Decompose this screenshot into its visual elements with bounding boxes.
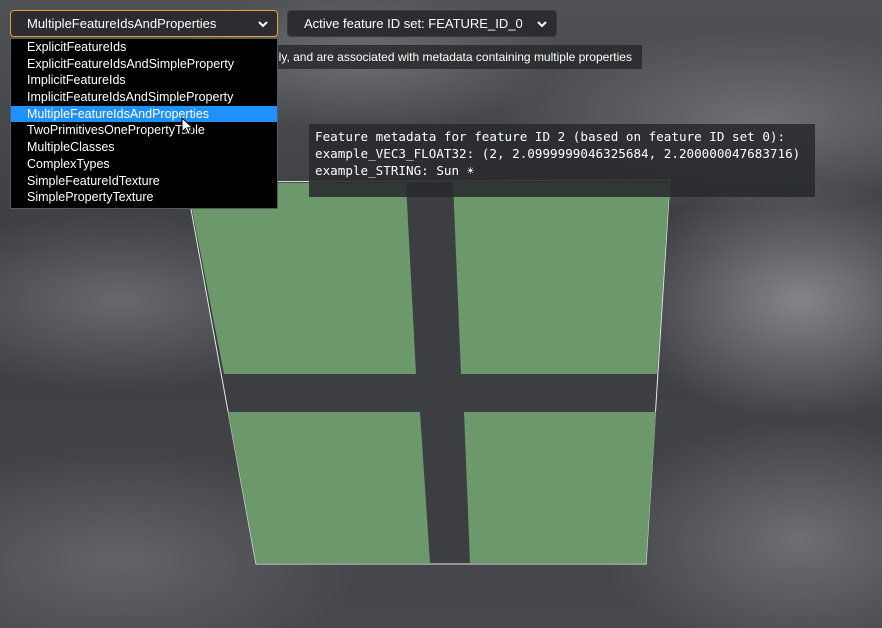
feature-id-set-select[interactable]: Active feature ID set: FEATURE_ID_0	[287, 10, 557, 37]
dropdown-option[interactable]: ImplicitFeatureIdsAndSimpleProperty	[11, 89, 277, 106]
dropdown-option[interactable]: SimpleFeatureIdTexture	[11, 173, 277, 190]
dropdown-option[interactable]: ExplicitFeatureIds	[11, 39, 277, 56]
model-quad-bottom-right	[464, 412, 656, 563]
feature-metadata-tooltip: Feature metadata for feature ID 2 (based…	[309, 124, 815, 197]
model-quad-top-left	[187, 183, 416, 374]
model-quad-top-right	[453, 182, 670, 374]
dropdown-option[interactable]: TwoPrimitivesOnePropertyTable	[11, 122, 277, 139]
chevron-down-icon	[258, 20, 268, 27]
model-description: ely, and are associated with metadata co…	[270, 45, 642, 69]
tooltip-line: example_STRING: Sun ☀	[315, 163, 475, 178]
model-select[interactable]: MultipleFeatureIdsAndProperties	[10, 10, 278, 37]
dropdown-option[interactable]: ComplexTypes	[11, 156, 277, 173]
dropdown-option-selected[interactable]: MultipleFeatureIdsAndProperties	[11, 105, 277, 123]
dropdown-option[interactable]: MultipleClasses	[11, 139, 277, 156]
model-quad-bottom-left	[228, 412, 430, 563]
dropdown-option[interactable]: ExplicitFeatureIdsAndSimpleProperty	[11, 56, 277, 73]
dropdown-option[interactable]: SimplePropertyTexture	[11, 189, 277, 206]
chevron-down-icon	[537, 20, 547, 27]
tooltip-line: Feature metadata for feature ID 2 (based…	[315, 129, 786, 144]
model-select-value: MultipleFeatureIdsAndProperties	[27, 16, 217, 31]
feature-id-set-value: Active feature ID set: FEATURE_ID_0	[304, 16, 523, 31]
mouse-pointer-icon	[181, 117, 194, 136]
dropdown-option[interactable]: ImplicitFeatureIds	[11, 72, 277, 89]
tooltip-line: example_VEC3_FLOAT32: (2, 2.099999904632…	[315, 146, 801, 161]
model-dropdown-list[interactable]: ExplicitFeatureIds ExplicitFeatureIdsAnd…	[10, 38, 278, 209]
